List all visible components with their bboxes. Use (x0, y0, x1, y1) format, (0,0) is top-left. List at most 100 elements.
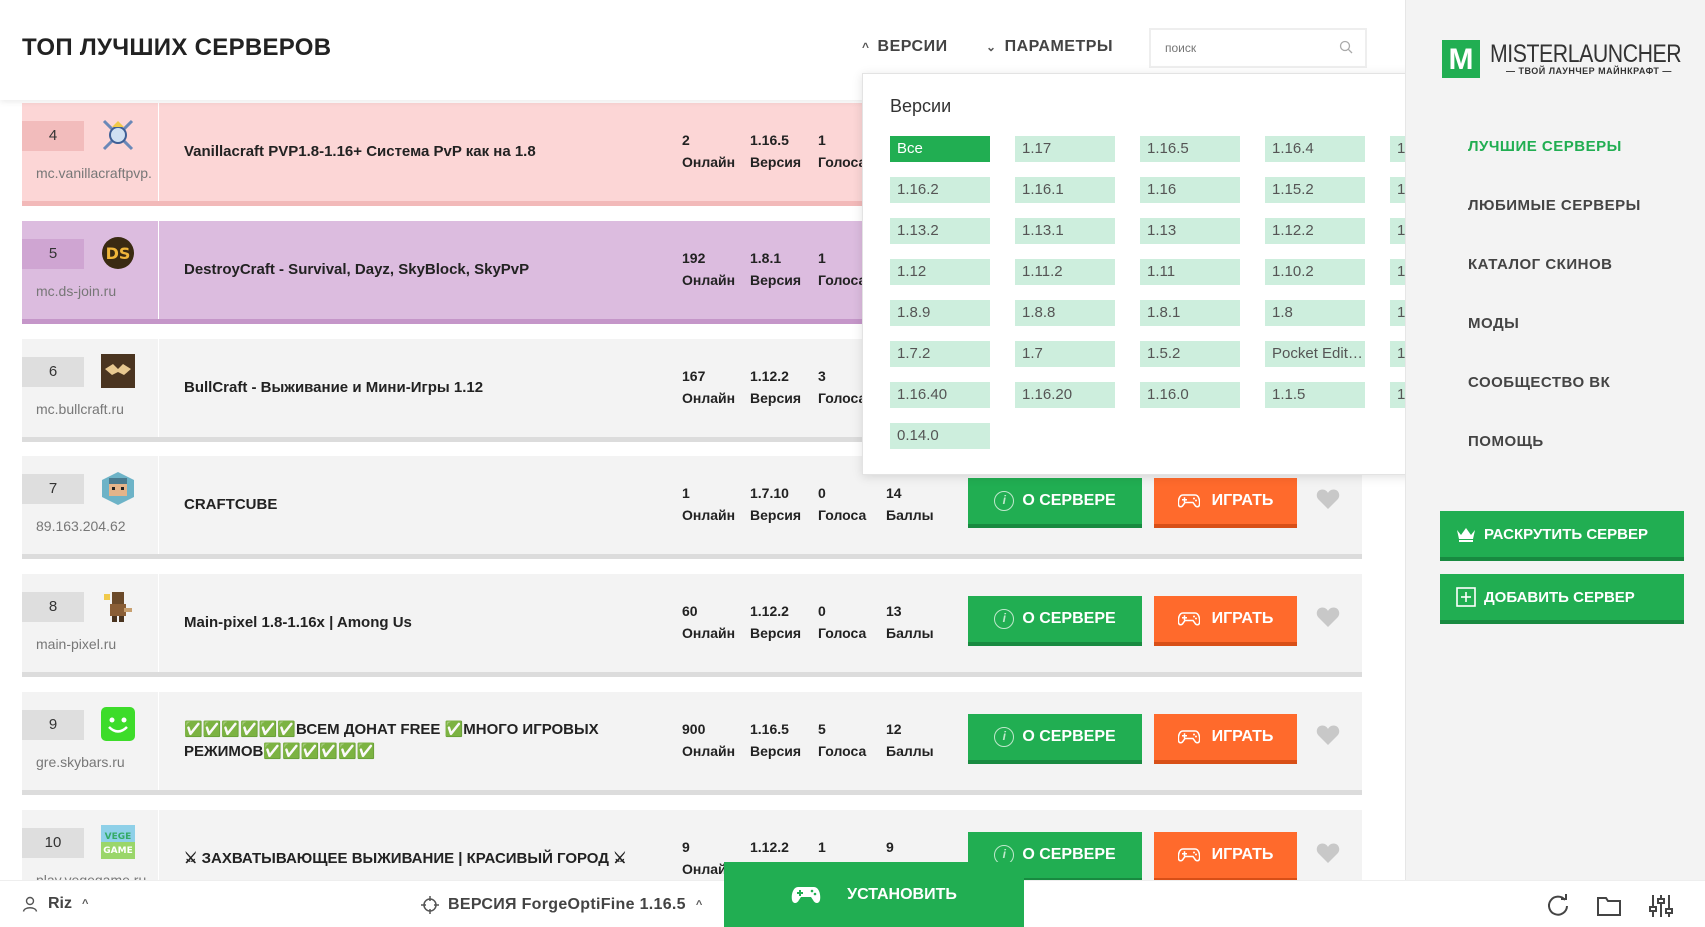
version-option[interactable]: 1.7.10 (1390, 300, 1405, 326)
refresh-icon[interactable] (1545, 893, 1571, 919)
versions-filter-toggle[interactable]: ^ ВЕРСИИ (862, 38, 948, 56)
votes-stat: 0 Голоса (818, 600, 866, 644)
online-value: 192 (682, 250, 706, 266)
votes-value: 0 (818, 485, 826, 501)
crown-icon (1457, 528, 1475, 542)
about-server-button[interactable]: i О СЕРВЕРЕ (968, 596, 1142, 642)
version-option[interactable]: Все (890, 136, 990, 162)
version-option[interactable]: 1.17 (1015, 136, 1115, 162)
version-option[interactable]: 1.9 (1390, 259, 1405, 285)
server-ip[interactable]: play.vegegame.ru (36, 872, 176, 880)
server-row[interactable]: 8 main-pixel.ru Main-pixel 1.8-1.16x | Amo… (22, 574, 1362, 672)
server-row[interactable]: 10 play.vegegame.ru VEGE GAME ⚔ ЗАХВАТЫВАЮЩЕ… (22, 810, 1362, 880)
version-option[interactable]: 1.13.1 (1015, 218, 1115, 244)
points-stat: 13 Баллы (886, 600, 934, 644)
version-option[interactable]: 1.12.1 (1390, 218, 1405, 244)
nav-item-help[interactable]: ПОМОЩЬ (1468, 433, 1544, 450)
version-option[interactable]: 1.16.1 (1015, 177, 1115, 203)
server-name[interactable]: Main-pixel 1.8-1.16x | Among Us (184, 574, 654, 672)
version-option[interactable]: 0.14.0 (890, 423, 990, 449)
favorite-heart-icon[interactable] (1316, 724, 1340, 746)
version-option[interactable]: 1.7 (1015, 341, 1115, 367)
server-logo-icon: VEGE GAME (100, 824, 136, 860)
server-ip[interactable]: gre.skybars.ru (36, 754, 176, 770)
points-value: 9 (886, 839, 894, 855)
version-option[interactable]: 1.16.5 (1140, 136, 1240, 162)
add-server-button[interactable]: ДОБАВИТЬ СЕРВЕР (1440, 574, 1684, 620)
version-option[interactable]: 1.8 (1265, 300, 1365, 326)
version-option[interactable]: 1.13 (1140, 218, 1240, 244)
nav-item-skins[interactable]: КАТАЛОГ СКИНОВ (1468, 256, 1612, 273)
promote-server-button[interactable]: РАСКРУТИТЬ СЕРВЕР (1440, 511, 1684, 557)
version-option[interactable]: 1.8.1 (1140, 300, 1240, 326)
play-button[interactable]: ИГРАТЬ (1154, 832, 1297, 878)
version-option[interactable]: Pocket Edition (1265, 341, 1365, 367)
version-option[interactable]: 1.11.2 (1015, 259, 1115, 285)
row-divider (158, 103, 159, 201)
version-option[interactable]: 1.16.3 (1390, 136, 1405, 162)
server-name[interactable]: Vanillacraft PVP1.8-1.16+ Система PvP ка… (184, 103, 654, 201)
version-option[interactable]: 1.11 (1140, 259, 1240, 285)
version-option[interactable]: 1.15.2 (1265, 177, 1365, 203)
version-option[interactable]: 1.7.2 (890, 341, 990, 367)
search-input[interactable] (1151, 30, 1321, 66)
server-name[interactable]: ✅✅✅✅✅✅ВСЕМ ДОНАТ FREE ✅МНОГО ИГРОВЫХ РЕЖ… (184, 692, 654, 790)
version-option[interactable]: 1.16.20 (1015, 382, 1115, 408)
nav-item-best-servers[interactable]: ЛУЧШИЕ СЕРВЕРЫ (1468, 138, 1622, 155)
nav-item-vk-community[interactable]: СООБЩЕСТВО ВК (1468, 374, 1610, 391)
gamepad-icon (1177, 612, 1206, 626)
version-label: Версия (750, 154, 802, 170)
version-option[interactable]: 1.1 (1390, 382, 1405, 408)
install-button[interactable]: УСТАНОВИТЬ (724, 862, 1024, 927)
version-option[interactable]: 1.1.5 (1265, 382, 1365, 408)
version-option[interactable]: 1.16 (1140, 177, 1240, 203)
version-label: Версия (750, 272, 802, 288)
version-option[interactable]: 1.16.210 (1390, 341, 1405, 367)
server-name[interactable]: DestroyCraft - Survival, Dayz, SkyBlock,… (184, 221, 654, 319)
svg-text:DS: DS (106, 244, 131, 263)
user-menu[interactable]: Riz ^ (22, 895, 88, 913)
version-option[interactable]: 1.12 (890, 259, 990, 285)
install-label: УСТАНОВИТЬ (847, 885, 957, 903)
server-ip[interactable]: mc.bullcraft.ru (36, 401, 176, 417)
server-row[interactable]: 9 gre.skybars.ru ✅✅✅✅✅✅ВСЕМ ДОНАТ FREE ✅МН… (22, 692, 1362, 790)
favorite-heart-icon[interactable] (1316, 842, 1340, 864)
favorite-heart-icon[interactable] (1316, 606, 1340, 628)
nav-item-mods[interactable]: МОДЫ (1468, 315, 1519, 332)
search-icon[interactable] (1339, 40, 1353, 54)
version-option[interactable]: 1.8.9 (890, 300, 990, 326)
folder-icon[interactable] (1596, 893, 1622, 919)
server-name[interactable]: CRAFTCUBE (184, 456, 654, 554)
params-filter-toggle[interactable]: ⌄ ПАРАМЕТРЫ (986, 38, 1113, 56)
votes-value: 0 (818, 603, 826, 619)
version-option[interactable]: 1.12.2 (1265, 218, 1365, 244)
version-option[interactable]: 1.16.2 (890, 177, 990, 203)
nav-item-favorite-servers[interactable]: ЛЮБИМЫЕ СЕРВЕРЫ (1468, 197, 1641, 214)
version-option[interactable]: 1.16.0 (1140, 382, 1240, 408)
version-option[interactable]: 1.8.8 (1015, 300, 1115, 326)
version-option[interactable]: 1.5.2 (1140, 341, 1240, 367)
server-ip[interactable]: mc.ds-join.ru (36, 283, 176, 299)
logo[interactable]: M MISTERLAUNCHER — ТВОЙ ЛАУНЧЕР МАЙНКРАФ… (1442, 40, 1682, 78)
server-name[interactable]: ⚔ ЗАХВАТЫВАЮЩЕЕ ВЫЖИВАНИЕ | КРАСИВЫЙ ГОР… (184, 810, 654, 880)
version-option[interactable]: 1.10.2 (1265, 259, 1365, 285)
online-label: Онлайн (682, 154, 736, 170)
play-button[interactable]: ИГРАТЬ (1154, 714, 1297, 760)
server-name[interactable]: BullCraft - Выживание и Мини-Игры 1.12 (184, 339, 654, 437)
about-server-button[interactable]: i О СЕРВЕРЕ (968, 478, 1142, 524)
about-server-button[interactable]: i О СЕРВЕРЕ (968, 714, 1142, 760)
play-button[interactable]: ИГРАТЬ (1154, 478, 1297, 524)
version-option[interactable]: 1.16.40 (890, 382, 990, 408)
play-button[interactable]: ИГРАТЬ (1154, 596, 1297, 642)
online-label: Онлайн (682, 743, 736, 759)
server-ip[interactable]: main-pixel.ru (36, 636, 176, 652)
server-ip[interactable]: 89.163.204.62 (36, 518, 176, 534)
version-option[interactable]: 1.13.2 (890, 218, 990, 244)
votes-value: 1 (818, 839, 826, 855)
version-selector[interactable]: ВЕРСИЯ ForgeOptiFine 1.16.5 ^ (420, 895, 703, 915)
settings-sliders-icon[interactable] (1648, 893, 1674, 919)
server-ip[interactable]: mc.vanillacraftpvp. (36, 165, 176, 181)
version-option[interactable]: 1.14.4 (1390, 177, 1405, 203)
version-option[interactable]: 1.16.4 (1265, 136, 1365, 162)
favorite-heart-icon[interactable] (1316, 488, 1340, 510)
